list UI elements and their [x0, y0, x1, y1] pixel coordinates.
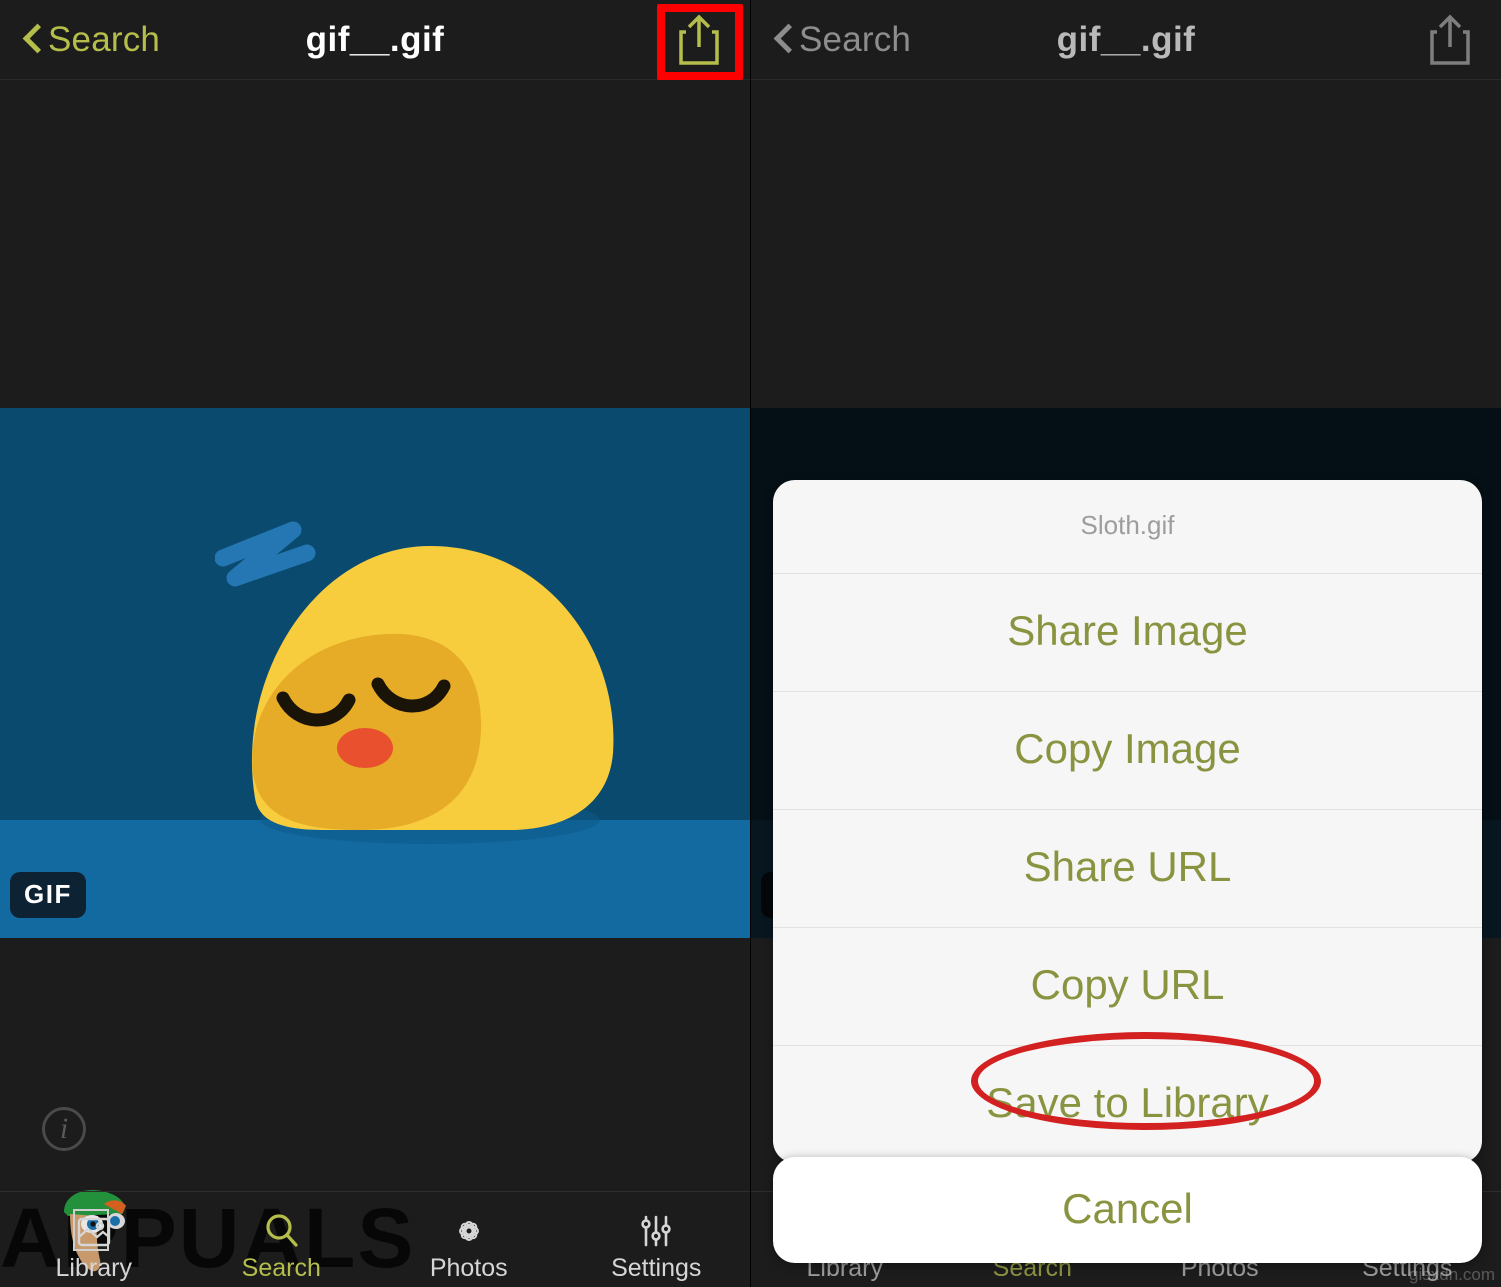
- tab-label: Photos: [429, 1254, 508, 1282]
- navigation-bar-left: Search gif__.gif: [0, 0, 750, 80]
- screenshot-stage: Search gif__.gif GIF i APPUALS Library S…: [0, 0, 1501, 1287]
- gif-badge: GIF: [10, 872, 86, 918]
- navigation-bar-right: Search gif__.gif: [751, 0, 1501, 80]
- search-icon: [266, 1214, 298, 1247]
- back-button-left[interactable]: Search: [24, 20, 160, 60]
- tab-search[interactable]: Search: [188, 1191, 376, 1287]
- chevron-left-icon: [775, 25, 792, 55]
- tab-label: Search: [241, 1254, 321, 1282]
- photos-icon: [458, 1221, 479, 1241]
- cancel-button[interactable]: Cancel: [773, 1157, 1482, 1263]
- tab-label: Library: [55, 1254, 132, 1282]
- action-sheet-title: Sloth.gif: [1080, 510, 1175, 540]
- tab-label: Settings: [611, 1254, 702, 1282]
- site-watermark: gisxdn.com: [1409, 1265, 1495, 1284]
- page-title-right: gif__.gif: [1056, 20, 1196, 59]
- tab-library[interactable]: Library: [0, 1191, 188, 1287]
- navbar-separator: [751, 79, 1501, 80]
- back-button-label: Search: [48, 20, 161, 59]
- tab-bar-left[interactable]: Library Search Photos Settings: [0, 1191, 750, 1287]
- back-button-right[interactable]: Search: [775, 20, 911, 60]
- share-icon: [1430, 14, 1470, 65]
- panel-left: Search gif__.gif GIF i APPUALS Library S…: [0, 0, 750, 1287]
- action-copy-url[interactable]: Copy URL: [773, 927, 1482, 1045]
- action-save-to-library[interactable]: Save to Library: [773, 1045, 1482, 1163]
- info-button-left[interactable]: i: [42, 1107, 86, 1151]
- page-title-left: gif__.gif: [305, 20, 445, 59]
- share-button-highlight-annotation: [657, 4, 743, 80]
- sleeping-blob-illustration: [215, 521, 614, 844]
- tab-settings[interactable]: Settings: [563, 1191, 751, 1287]
- navbar-separator: [0, 79, 750, 80]
- gif-media-left[interactable]: GIF: [0, 408, 750, 938]
- share-action-sheet: Sloth.gif Share Image Copy Image Share U…: [773, 480, 1482, 1163]
- action-share-image[interactable]: Share Image: [773, 573, 1482, 691]
- back-button-label: Search: [799, 20, 912, 59]
- tabbar-separator: [0, 1191, 750, 1192]
- settings-icon: [641, 1215, 671, 1247]
- action-share-url[interactable]: Share URL: [773, 809, 1482, 927]
- action-copy-image[interactable]: Copy Image: [773, 691, 1482, 809]
- library-icon: [77, 1217, 110, 1247]
- chevron-left-icon: [24, 25, 41, 55]
- share-button-right[interactable]: [1427, 14, 1473, 66]
- panel-right: Search gif__.gif Library Search Photos S…: [751, 0, 1501, 1287]
- info-icon: i: [59, 1112, 69, 1145]
- tab-photos[interactable]: Photos: [375, 1191, 563, 1287]
